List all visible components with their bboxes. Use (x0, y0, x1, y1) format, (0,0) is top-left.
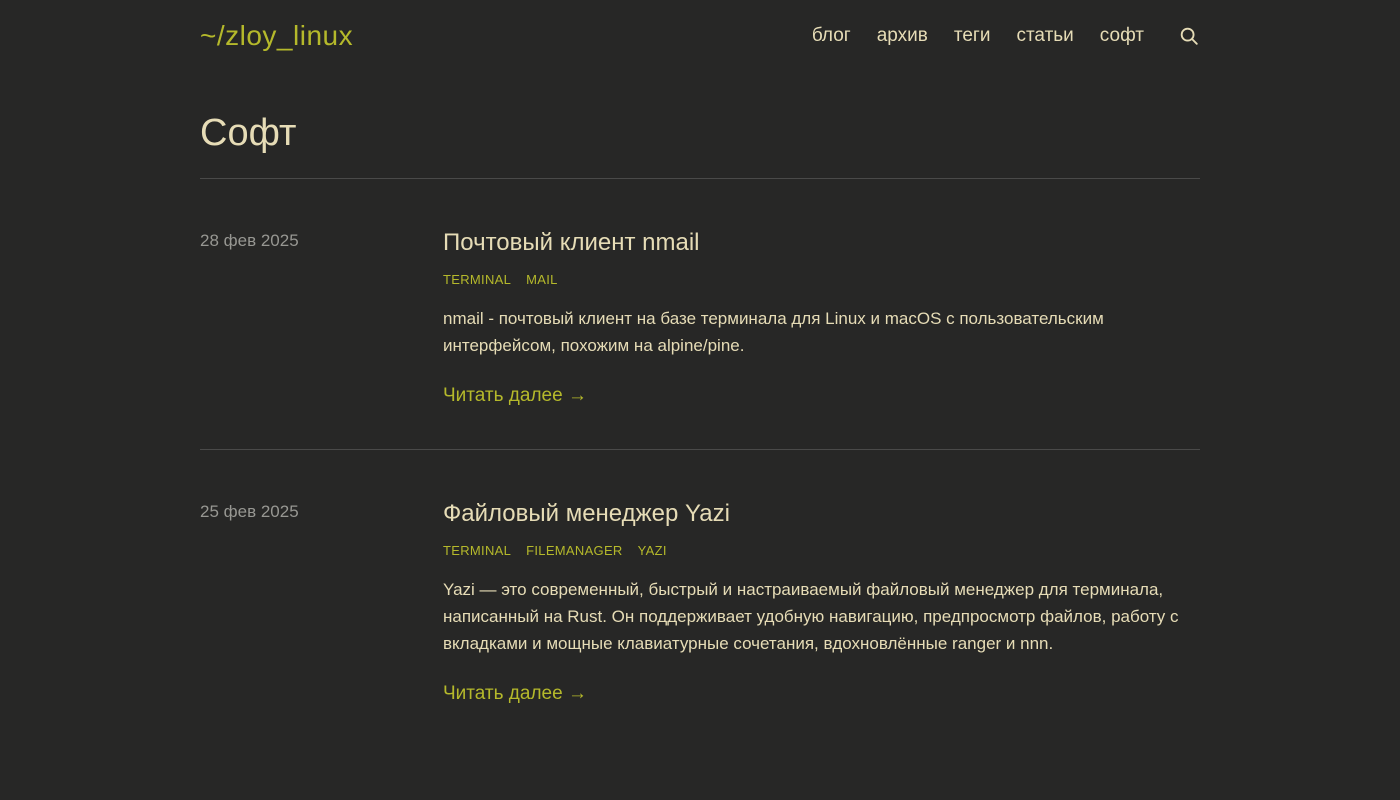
tag-terminal[interactable]: TERMINAL (443, 272, 511, 287)
nav-item-tags[interactable]: теги (954, 25, 991, 47)
post-body: Почтовый клиент nmail TERMINAL MAIL nmai… (443, 227, 1200, 407)
post-excerpt: Yazi — это современный, быстрый и настра… (443, 576, 1200, 657)
post-item-yazi: 25 фев 2025 Файловый менеджер Yazi TERMI… (200, 450, 1200, 747)
post-tags: TERMINAL MAIL (443, 272, 1200, 287)
page-container: ~/zloy_linux блог архив теги статьи софт… (200, 0, 1200, 747)
post-item-nmail: 28 фев 2025 Почтовый клиент nmail TERMIN… (200, 179, 1200, 450)
post-body: Файловый менеджер Yazi TERMINAL FILEMANA… (443, 498, 1200, 705)
search-icon (1178, 25, 1200, 47)
nav-item-blog[interactable]: блог (812, 25, 851, 47)
read-more-link[interactable]: Читать далее → (443, 385, 587, 407)
post-date: 28 фев 2025 (200, 227, 443, 407)
search-button[interactable] (1178, 25, 1200, 47)
tag-mail[interactable]: MAIL (526, 272, 558, 287)
post-title-link[interactable]: Почтовый клиент nmail (443, 227, 1200, 258)
tag-filemanager[interactable]: FILEMANAGER (526, 543, 622, 558)
nav-item-archive[interactable]: архив (877, 25, 928, 47)
nav-item-articles[interactable]: статьи (1016, 25, 1073, 47)
site-header: ~/zloy_linux блог архив теги статьи софт (200, 0, 1200, 52)
page-title: Софт (200, 112, 1200, 179)
read-more-link[interactable]: Читать далее → (443, 683, 587, 705)
nav-item-soft[interactable]: софт (1100, 25, 1144, 47)
main-nav: блог архив теги статьи софт (812, 25, 1200, 47)
post-excerpt: nmail - почтовый клиент на базе терминал… (443, 305, 1200, 359)
tag-terminal[interactable]: TERMINAL (443, 543, 511, 558)
tag-yazi[interactable]: YAZI (638, 543, 667, 558)
post-tags: TERMINAL FILEMANAGER YAZI (443, 543, 1200, 558)
main-content: Софт 28 фев 2025 Почтовый клиент nmail T… (200, 112, 1200, 747)
site-logo[interactable]: ~/zloy_linux (200, 20, 353, 52)
post-date: 25 фев 2025 (200, 498, 443, 705)
post-title-link[interactable]: Файловый менеджер Yazi (443, 498, 1200, 529)
